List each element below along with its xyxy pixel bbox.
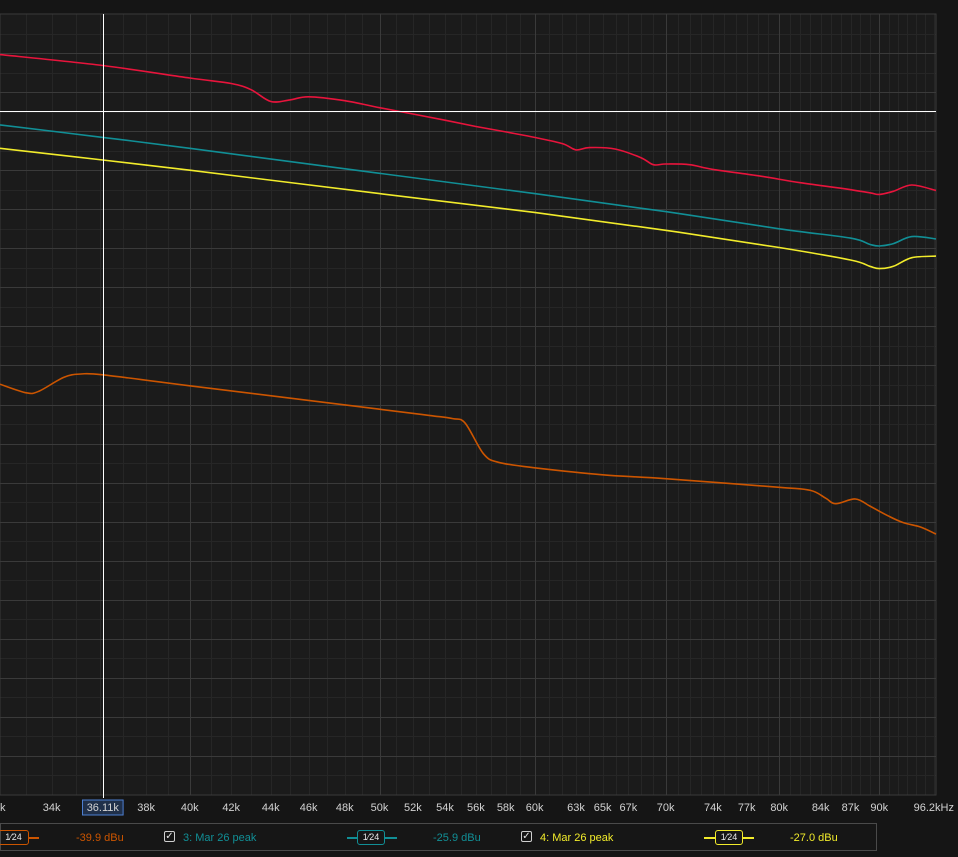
x-tick-label: 56k [467, 802, 485, 814]
smoothing-line-left-trace-4 [704, 837, 715, 839]
smoothing-button-trace-3[interactable]: 1⁄24 [357, 830, 385, 845]
x-tick-label: 52k [404, 802, 422, 814]
label-trace-4: 4: Mar 26 peak [540, 832, 614, 844]
x-tick-label: 36.11k [87, 802, 120, 814]
smoothing-label-trace-4: 1⁄24 [720, 832, 738, 842]
smoothing-line-trace-1 [29, 837, 39, 839]
legend-bar: 1⁄24 -39.9 dBu ✓ 3: Mar 26 peak 1⁄24 -25… [0, 823, 877, 851]
smoothing-label-trace-3: 1⁄24 [362, 832, 380, 842]
value-trace-4: -27.0 dBu [790, 832, 838, 844]
x-tick-label: 40k [181, 802, 199, 814]
spectrum-plot[interactable]: k 34k 36.11k 38k 40k 42k 44k 46k 48k 50k 52k 54k 56k… [0, 0, 958, 823]
x-tick-label: 34k [43, 802, 61, 814]
smoothing-line-left-trace-3 [347, 837, 357, 839]
x-tick-label: 96.2kHz [914, 802, 954, 814]
x-tick-label: 84k [812, 802, 830, 814]
x-tick-label: 48k [336, 802, 354, 814]
checkbox-trace-4[interactable]: ✓ [521, 831, 532, 842]
x-tick-label: 90k [870, 802, 888, 814]
x-axis-tick-labels: k 34k 36.11k 38k 40k 42k 44k 46k 48k 50k 52k 54k 56k… [0, 799, 954, 816]
smoothing-line-right-trace-3 [385, 837, 397, 839]
value-trace-1: -39.9 dBu [76, 832, 124, 844]
x-tick-label: 44k [262, 802, 280, 814]
smoothing-button-trace-4[interactable]: 1⁄24 [715, 830, 743, 845]
x-tick-label: 77k [738, 802, 756, 814]
smoothing-label-trace-1: 1⁄24 [5, 832, 22, 842]
x-tick-label: 63k [567, 802, 585, 814]
x-tick-label: 87k [842, 802, 860, 814]
x-tick-label: 80k [770, 802, 788, 814]
x-tick-label: 38k [137, 802, 155, 814]
x-tick-label: 42k [222, 802, 240, 814]
x-tick-label: 58k [497, 802, 515, 814]
x-tick-label: 67k [620, 802, 638, 814]
x-tick-label: 60k [526, 802, 544, 814]
smoothing-button-trace-1[interactable]: 1⁄24 [0, 830, 29, 845]
smoothing-line-right-trace-4 [743, 837, 754, 839]
x-tick-label: k [0, 802, 6, 814]
x-tick-label: 46k [300, 802, 318, 814]
x-tick-label: 70k [657, 802, 675, 814]
label-trace-3: 3: Mar 26 peak [183, 832, 257, 844]
x-tick-label: 65k [594, 802, 612, 814]
value-trace-3: -25.9 dBu [433, 832, 481, 844]
checkbox-trace-3[interactable]: ✓ [164, 831, 175, 842]
x-tick-label: 74k [704, 802, 722, 814]
x-tick-label: 50k [371, 802, 389, 814]
x-tick-label: 54k [436, 802, 454, 814]
